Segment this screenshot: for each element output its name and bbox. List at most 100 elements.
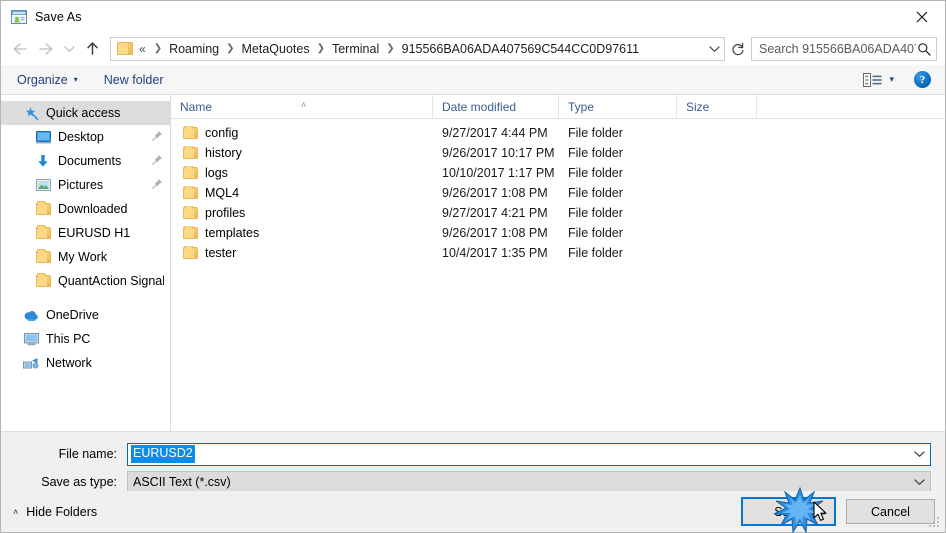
- table-row[interactable]: logs 10/10/2017 1:17 PM File folder: [171, 163, 945, 183]
- chevron-up-icon: ˄: [13, 506, 19, 517]
- sidebar-item-quick-access[interactable]: Quick access: [1, 101, 170, 125]
- help-label: ?: [919, 73, 926, 86]
- breadcrumb-roaming[interactable]: Roaming: [168, 42, 220, 56]
- toolbar-right-group: ▾ ?: [863, 71, 937, 88]
- view-dropdown-caret[interactable]: ▾: [889, 74, 894, 85]
- file-name-input[interactable]: EURUSD2: [127, 442, 931, 466]
- hide-folders-button[interactable]: ˄ Hide Folders: [13, 505, 97, 519]
- dialog-body: Quick access Desktop Documents Pictures …: [1, 94, 945, 431]
- breadcrumb-metaquotes[interactable]: MetaQuotes: [241, 42, 311, 56]
- network-icon: [23, 355, 39, 371]
- command-toolbar: Organize ▾ New folder ▾ ?: [1, 65, 945, 95]
- navigation-pane: Quick access Desktop Documents Pictures …: [1, 95, 171, 431]
- change-view-button[interactable]: [863, 72, 883, 88]
- breadcrumb-separator: ❯: [386, 43, 395, 54]
- folder-icon: [35, 249, 51, 265]
- file-name-value: EURUSD2: [131, 445, 195, 463]
- file-name: config: [205, 126, 239, 140]
- file-name-cell: tester: [171, 246, 433, 260]
- sidebar-item-onedrive[interactable]: OneDrive: [1, 303, 170, 327]
- file-name-row: File name: EURUSD2: [15, 442, 931, 466]
- table-row[interactable]: config 9/27/2017 4:44 PM File folder: [171, 123, 945, 143]
- chevron-down-icon: ▾: [73, 75, 78, 84]
- sidebar-label: Network: [46, 356, 92, 370]
- documents-download-icon: [35, 153, 51, 169]
- column-header-type[interactable]: Type: [559, 94, 677, 119]
- sidebar-item-eurusd-h1[interactable]: EURUSD H1: [1, 221, 170, 245]
- help-button[interactable]: ?: [914, 71, 931, 88]
- search-input[interactable]: Search 915566BA06ADA40756...: [759, 42, 916, 56]
- save-as-dialog: Save As « ❯ Roaming ❯ MetaQuotes ❯ Termi…: [0, 0, 946, 533]
- sidebar-item-pictures[interactable]: Pictures: [1, 173, 170, 197]
- save-type-value: ASCII Text (*.csv): [133, 475, 231, 489]
- column-label: Name: [180, 99, 213, 114]
- file-name: profiles: [205, 206, 246, 220]
- cancel-button[interactable]: Cancel: [846, 499, 935, 524]
- file-type: File folder: [568, 246, 623, 260]
- folder-icon: [183, 146, 198, 159]
- folder-icon: [183, 126, 198, 139]
- folder-icon: [35, 273, 51, 289]
- folder-icon: [183, 206, 198, 219]
- save-type-dropdown-button[interactable]: [908, 472, 930, 493]
- file-type: File folder: [568, 146, 623, 160]
- sidebar-item-this-pc[interactable]: This PC: [1, 327, 170, 351]
- address-bar[interactable]: « ❯ Roaming ❯ MetaQuotes ❯ Terminal ❯ 91…: [110, 36, 725, 61]
- sidebar-label: EURUSD H1: [58, 226, 131, 240]
- file-name-dropdown-button[interactable]: [908, 444, 930, 465]
- forward-button[interactable]: [33, 36, 59, 62]
- table-row[interactable]: history 9/26/2017 10:17 PM File folder: [171, 143, 945, 163]
- column-header-size[interactable]: Size: [677, 94, 757, 119]
- sidebar-item-my-work[interactable]: My Work: [1, 245, 170, 269]
- recent-locations-button[interactable]: [59, 36, 79, 62]
- refresh-button[interactable]: [727, 37, 749, 61]
- back-button[interactable]: [7, 36, 33, 62]
- organize-label: Organize: [17, 72, 68, 87]
- column-header-date-modified[interactable]: Date modified: [433, 94, 559, 119]
- resize-grip-icon[interactable]: [929, 517, 941, 529]
- pin-icon: [152, 130, 164, 144]
- window-title: Save As: [35, 9, 82, 24]
- save-type-label: Save as type:: [41, 475, 117, 489]
- chevron-down-icon: [708, 45, 720, 52]
- close-button[interactable]: [899, 1, 945, 32]
- sidebar-label: Documents: [58, 154, 122, 168]
- file-date: 10/10/2017 1:17 PM: [442, 166, 555, 180]
- arrow-up-icon: [86, 42, 98, 55]
- pin-icon: [152, 154, 164, 168]
- organize-button[interactable]: Organize ▾: [15, 70, 86, 90]
- file-list-pane: Name ˄ Date modified Type Size config 9/…: [171, 94, 945, 431]
- file-name-cell: templates: [171, 226, 433, 240]
- new-folder-button[interactable]: New folder: [102, 70, 172, 90]
- file-name: MQL4: [205, 186, 240, 200]
- breadcrumb-overflow[interactable]: «: [138, 42, 148, 56]
- sidebar-item-desktop[interactable]: Desktop: [1, 125, 170, 149]
- table-row[interactable]: profiles 9/27/2017 4:21 PM File folder: [171, 203, 945, 223]
- sidebar-label: QuantAction Signal: [58, 274, 164, 288]
- folder-icon: [117, 42, 133, 55]
- column-header-name[interactable]: Name ˄: [171, 94, 433, 119]
- column-headers: Name ˄ Date modified Type Size: [171, 94, 945, 119]
- file-date: 9/27/2017 4:44 PM: [442, 126, 548, 140]
- sort-ascending-icon: ˄: [301, 99, 307, 110]
- folder-icon: [183, 246, 198, 259]
- new-folder-label: New folder: [103, 72, 164, 87]
- table-row[interactable]: templates 9/26/2017 1:08 PM File folder: [171, 223, 945, 243]
- table-row[interactable]: MQL4 9/26/2017 1:08 PM File folder: [171, 183, 945, 203]
- breadcrumb-terminal[interactable]: Terminal: [331, 42, 380, 56]
- save-button[interactable]: Save: [741, 497, 836, 526]
- file-date: 9/27/2017 4:21 PM: [442, 206, 548, 220]
- save-form: File name: EURUSD2 Save as type: ASCII T…: [1, 431, 945, 494]
- file-type: File folder: [568, 186, 623, 200]
- breadcrumb-terminal-id[interactable]: 915566BA06ADA407569C544CC0D97611: [401, 42, 640, 56]
- sidebar-item-downloaded[interactable]: Downloaded: [1, 197, 170, 221]
- address-dropdown-button[interactable]: [704, 38, 724, 60]
- sidebar-item-network[interactable]: Network: [1, 351, 170, 375]
- chevron-down-icon: [913, 451, 925, 458]
- navigation-bar: « ❯ Roaming ❯ MetaQuotes ❯ Terminal ❯ 91…: [1, 32, 945, 65]
- sidebar-item-documents[interactable]: Documents: [1, 149, 170, 173]
- up-button[interactable]: [79, 36, 105, 62]
- sidebar-item-quantaction-signal[interactable]: QuantAction Signal: [1, 269, 170, 293]
- table-row[interactable]: tester 10/4/2017 1:35 PM File folder: [171, 243, 945, 263]
- search-box[interactable]: Search 915566BA06ADA40756...: [751, 36, 937, 61]
